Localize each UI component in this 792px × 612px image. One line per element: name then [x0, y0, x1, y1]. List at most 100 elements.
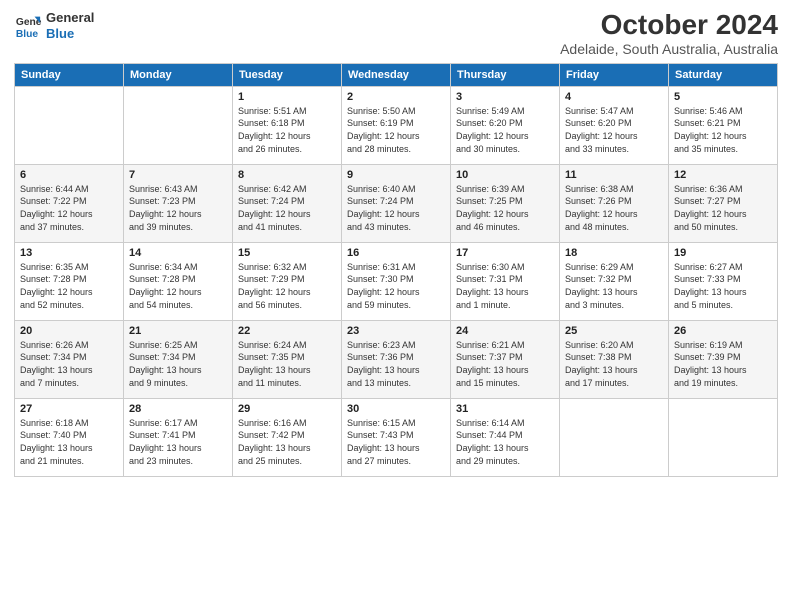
calendar-cell: 22Sunrise: 6:24 AM Sunset: 7:35 PM Dayli…: [233, 320, 342, 398]
day-info: Sunrise: 6:23 AM Sunset: 7:36 PM Dayligh…: [347, 339, 445, 389]
calendar-week-row: 6 Sunrise: 6:44 AM Sunset: 7:22 PM Daylig…: [15, 164, 778, 242]
day-number: 10: [456, 169, 554, 181]
day-number: 17: [456, 247, 554, 259]
logo-icon: General Blue: [14, 12, 42, 40]
calendar-cell: 19 Sunrise: 6:27 AM Sunset: 7:33 PM Dayli…: [669, 242, 778, 320]
day-number: 13: [20, 247, 118, 259]
calendar-cell: 5 Sunrise: 5:46 AM Sunset: 6:21 PM Daylig…: [669, 86, 778, 164]
day-number: 7: [129, 169, 227, 181]
day-info: Sunrise: 6:21 AM Sunset: 7:37 PM Dayligh…: [456, 339, 554, 389]
day-info: Sunrise: 6:42 AM Sunset: 7:24 PM Dayligh…: [238, 183, 336, 233]
day-info: Sunrise: 6:16 AM Sunset: 7:42 PM Dayligh…: [238, 417, 336, 467]
day-info: Sunrise: 6:29 AM Sunset: 7:32 PM Dayligh…: [565, 261, 663, 311]
calendar-cell: 11Sunrise: 6:38 AM Sunset: 7:26 PM Dayli…: [560, 164, 669, 242]
weekday-header: Monday: [124, 63, 233, 86]
calendar-cell: 13 Sunrise: 6:35 AM Sunset: 7:28 PM Dayli…: [15, 242, 124, 320]
day-info: Sunrise: 5:47 AM Sunset: 6:20 PM Dayligh…: [565, 105, 663, 155]
page-container: General Blue General Blue October 2024 A…: [0, 0, 792, 485]
calendar-cell: 7 Sunrise: 6:43 AM Sunset: 7:23 PM Daylig…: [124, 164, 233, 242]
day-info: Sunrise: 6:36 AM Sunset: 7:27 PM Dayligh…: [674, 183, 772, 233]
calendar-cell: 15Sunrise: 6:32 AM Sunset: 7:29 PM Dayli…: [233, 242, 342, 320]
weekday-header: Sunday: [15, 63, 124, 86]
day-info: Sunrise: 6:25 AM Sunset: 7:34 PM Dayligh…: [129, 339, 227, 389]
weekday-header: Thursday: [451, 63, 560, 86]
logo: General Blue General Blue: [14, 10, 94, 41]
day-number: 24: [456, 325, 554, 337]
calendar-cell: 4 Sunrise: 5:47 AM Sunset: 6:20 PM Daylig…: [560, 86, 669, 164]
day-number: 12: [674, 169, 772, 181]
logo-text-general: General: [46, 10, 94, 26]
calendar-cell: 12 Sunrise: 6:36 AM Sunset: 7:27 PM Dayli…: [669, 164, 778, 242]
calendar-cell: 31Sunrise: 6:14 AM Sunset: 7:44 PM Dayli…: [451, 398, 560, 476]
day-number: 31: [456, 403, 554, 415]
day-info: Sunrise: 6:17 AM Sunset: 7:41 PM Dayligh…: [129, 417, 227, 467]
day-number: 27: [20, 403, 118, 415]
calendar-cell: 20Sunrise: 6:26 AM Sunset: 7:34 PM Dayli…: [15, 320, 124, 398]
day-info: Sunrise: 6:27 AM Sunset: 7:33 PM Dayligh…: [674, 261, 772, 311]
day-info: Sunrise: 6:40 AM Sunset: 7:24 PM Dayligh…: [347, 183, 445, 233]
day-info: Sunrise: 5:46 AM Sunset: 6:21 PM Dayligh…: [674, 105, 772, 155]
day-info: Sunrise: 6:18 AM Sunset: 7:40 PM Dayligh…: [20, 417, 118, 467]
calendar-cell: 26Sunrise: 6:19 AM Sunset: 7:39 PM Dayli…: [669, 320, 778, 398]
day-number: 3: [456, 91, 554, 103]
day-number: 25: [565, 325, 663, 337]
weekday-header: Friday: [560, 63, 669, 86]
day-number: 14: [129, 247, 227, 259]
day-info: Sunrise: 6:43 AM Sunset: 7:23 PM Dayligh…: [129, 183, 227, 233]
day-number: 30: [347, 403, 445, 415]
day-number: 2: [347, 91, 445, 103]
day-info: Sunrise: 6:26 AM Sunset: 7:34 PM Dayligh…: [20, 339, 118, 389]
day-info: Sunrise: 6:38 AM Sunset: 7:26 PM Dayligh…: [565, 183, 663, 233]
day-info: Sunrise: 5:49 AM Sunset: 6:20 PM Dayligh…: [456, 105, 554, 155]
day-info: Sunrise: 6:35 AM Sunset: 7:28 PM Dayligh…: [20, 261, 118, 311]
day-number: 29: [238, 403, 336, 415]
calendar-cell: 1Sunrise: 5:51 AM Sunset: 6:18 PM Daylig…: [233, 86, 342, 164]
day-number: 19: [674, 247, 772, 259]
calendar-cell: 29 Sunrise: 6:16 AM Sunset: 7:42 PM Dayli…: [233, 398, 342, 476]
calendar-cell: [560, 398, 669, 476]
calendar-cell: 23Sunrise: 6:23 AM Sunset: 7:36 PM Dayli…: [342, 320, 451, 398]
day-info: Sunrise: 6:32 AM Sunset: 7:29 PM Dayligh…: [238, 261, 336, 311]
svg-text:Blue: Blue: [16, 29, 39, 40]
day-number: 28: [129, 403, 227, 415]
day-info: Sunrise: 6:24 AM Sunset: 7:35 PM Dayligh…: [238, 339, 336, 389]
day-info: Sunrise: 6:31 AM Sunset: 7:30 PM Dayligh…: [347, 261, 445, 311]
weekday-header: Wednesday: [342, 63, 451, 86]
day-number: 18: [565, 247, 663, 259]
day-number: 9: [347, 169, 445, 181]
calendar-week-row: 1Sunrise: 5:51 AM Sunset: 6:18 PM Daylig…: [15, 86, 778, 164]
calendar-cell: [669, 398, 778, 476]
calendar-header-row: SundayMondayTuesdayWednesdayThursdayFrid…: [15, 63, 778, 86]
calendar-cell: 28 Sunrise: 6:17 AM Sunset: 7:41 PM Dayli…: [124, 398, 233, 476]
calendar-cell: 8Sunrise: 6:42 AM Sunset: 7:24 PM Daylig…: [233, 164, 342, 242]
calendar-cell: 24 Sunrise: 6:21 AM Sunset: 7:37 PM Dayli…: [451, 320, 560, 398]
calendar-cell: 10 Sunrise: 6:39 AM Sunset: 7:25 PM Dayli…: [451, 164, 560, 242]
day-info: Sunrise: 6:44 AM Sunset: 7:22 PM Dayligh…: [20, 183, 118, 233]
calendar-cell: 25 Sunrise: 6:20 AM Sunset: 7:38 PM Dayli…: [560, 320, 669, 398]
weekday-header: Saturday: [669, 63, 778, 86]
day-info: Sunrise: 6:15 AM Sunset: 7:43 PM Dayligh…: [347, 417, 445, 467]
calendar-cell: [124, 86, 233, 164]
day-number: 4: [565, 91, 663, 103]
day-number: 1: [238, 91, 336, 103]
page-title: October 2024: [560, 10, 778, 41]
title-block: October 2024 Adelaide, South Australia, …: [560, 10, 778, 57]
calendar-cell: 14 Sunrise: 6:34 AM Sunset: 7:28 PM Dayli…: [124, 242, 233, 320]
calendar-week-row: 13 Sunrise: 6:35 AM Sunset: 7:28 PM Dayli…: [15, 242, 778, 320]
page-subtitle: Adelaide, South Australia, Australia: [560, 41, 778, 57]
day-info: Sunrise: 6:20 AM Sunset: 7:38 PM Dayligh…: [565, 339, 663, 389]
day-info: Sunrise: 6:19 AM Sunset: 7:39 PM Dayligh…: [674, 339, 772, 389]
calendar-cell: 16Sunrise: 6:31 AM Sunset: 7:30 PM Dayli…: [342, 242, 451, 320]
header: General Blue General Blue October 2024 A…: [14, 10, 778, 57]
day-info: Sunrise: 6:39 AM Sunset: 7:25 PM Dayligh…: [456, 183, 554, 233]
day-info: Sunrise: 6:34 AM Sunset: 7:28 PM Dayligh…: [129, 261, 227, 311]
calendar-cell: 27 Sunrise: 6:18 AM Sunset: 7:40 PM Dayli…: [15, 398, 124, 476]
day-number: 6: [20, 169, 118, 181]
day-number: 5: [674, 91, 772, 103]
calendar-week-row: 20Sunrise: 6:26 AM Sunset: 7:34 PM Dayli…: [15, 320, 778, 398]
calendar-cell: 6 Sunrise: 6:44 AM Sunset: 7:22 PM Daylig…: [15, 164, 124, 242]
calendar-cell: 2Sunrise: 5:50 AM Sunset: 6:19 PM Daylig…: [342, 86, 451, 164]
calendar-cell: 21Sunrise: 6:25 AM Sunset: 7:34 PM Dayli…: [124, 320, 233, 398]
day-info: Sunrise: 6:30 AM Sunset: 7:31 PM Dayligh…: [456, 261, 554, 311]
calendar-cell: [15, 86, 124, 164]
